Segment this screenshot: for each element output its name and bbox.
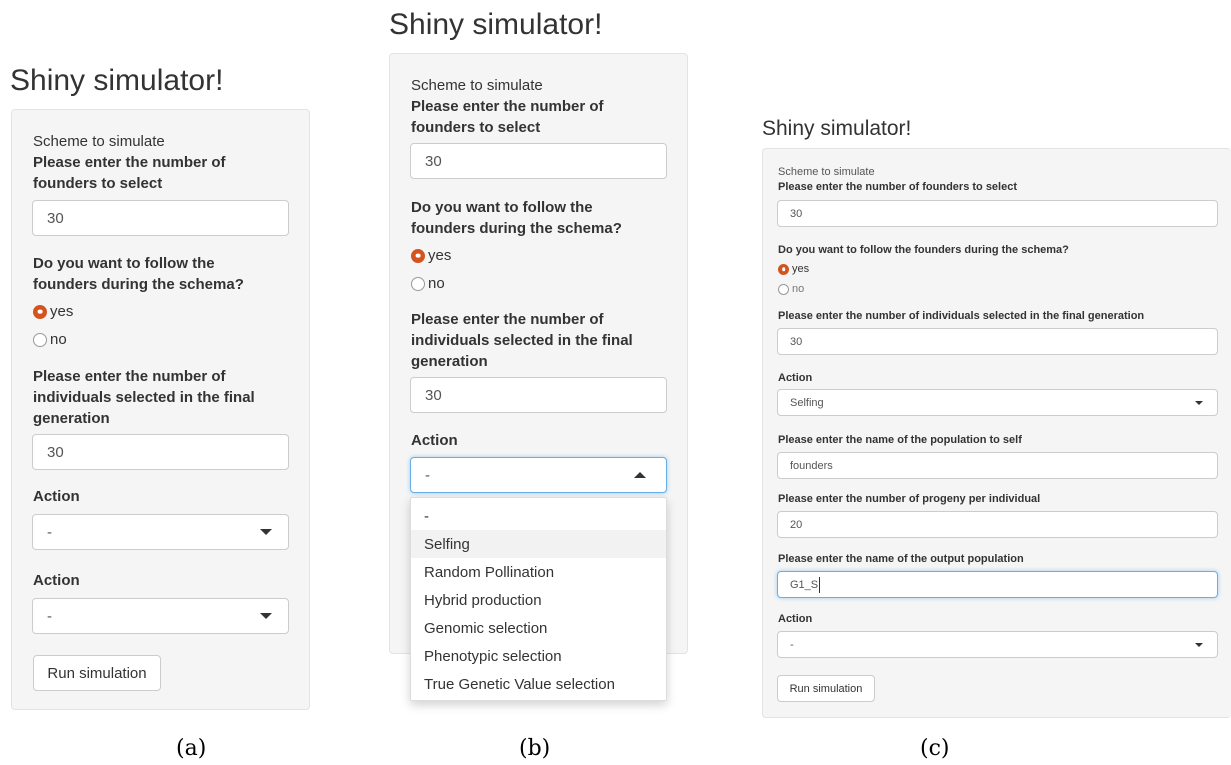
caption-b: (b) bbox=[519, 736, 551, 761]
individuals-input-c[interactable]: 30 bbox=[777, 328, 1218, 355]
action-select-b[interactable]: - bbox=[410, 457, 667, 493]
app-title-a: Shiny simulator! bbox=[10, 64, 224, 97]
app-title-b: Shiny simulator! bbox=[389, 8, 603, 41]
founders-label-b: Please enter the number of founders to s… bbox=[411, 98, 604, 136]
individuals-label-b: Please enter the number of individuals s… bbox=[411, 311, 633, 370]
run-simulation-button-a[interactable]: Run simulation bbox=[33, 655, 161, 691]
radio-no-label: no bbox=[50, 331, 67, 348]
output-input-c[interactable]: G1_S bbox=[777, 571, 1218, 598]
radio-unselected-icon bbox=[33, 332, 47, 347]
radio-selected-icon bbox=[33, 304, 47, 319]
action-dropdown-menu: - Selfing Random Pollination Hybrid prod… bbox=[410, 497, 667, 701]
action-label-a2: Action bbox=[33, 572, 80, 589]
progeny-label-c: Please enter the number of progeny per i… bbox=[778, 493, 1041, 505]
chevron-up-icon bbox=[634, 472, 646, 478]
individuals-input-value: 30 bbox=[47, 443, 64, 461]
action-label-a1: Action bbox=[33, 488, 80, 505]
radio-unselected-icon bbox=[778, 283, 789, 295]
action-select-a2[interactable]: - bbox=[32, 598, 289, 634]
individuals-label-c: Please enter the number of individuals s… bbox=[778, 310, 1145, 322]
founders-input-b[interactable]: 30 bbox=[410, 143, 667, 179]
individuals-input-value: 30 bbox=[425, 386, 442, 404]
individuals-input-a[interactable]: 30 bbox=[32, 434, 289, 470]
radio-no-label: no bbox=[792, 283, 805, 295]
population-input-c[interactable]: founders bbox=[777, 452, 1218, 479]
caption-a: (a) bbox=[176, 736, 207, 761]
follow-label-b: Do you want to follow the founders durin… bbox=[411, 199, 622, 237]
dropdown-option[interactable]: - bbox=[411, 502, 666, 530]
radio-yes-label: yes bbox=[792, 263, 810, 275]
progeny-input-value: 20 bbox=[790, 518, 803, 531]
dropdown-option[interactable]: Hybrid production bbox=[411, 586, 666, 614]
radio-yes-c[interactable]: yes bbox=[778, 263, 809, 275]
radio-yes-b[interactable]: yes bbox=[411, 247, 451, 264]
follow-label-c: Do you want to follow the founders durin… bbox=[778, 244, 1069, 256]
scheme-label-b: Scheme to simulate bbox=[411, 77, 543, 94]
radio-yes-a[interactable]: yes bbox=[33, 303, 73, 320]
action-select-value: - bbox=[790, 638, 794, 651]
founders-input-value: 30 bbox=[425, 152, 442, 170]
dropdown-option-highlighted[interactable]: Selfing bbox=[411, 530, 666, 558]
dropdown-option[interactable]: Phenotypic selection bbox=[411, 642, 666, 670]
founders-label-c: Please enter the number of founders to s… bbox=[778, 181, 1018, 193]
action-select-c2[interactable]: - bbox=[777, 631, 1218, 658]
chevron-down-icon bbox=[1195, 642, 1203, 647]
follow-label-a: Do you want to follow the founders durin… bbox=[33, 255, 244, 293]
action-select-value: Selfing bbox=[790, 396, 824, 409]
action-select-value: - bbox=[47, 523, 52, 541]
founders-input-c[interactable]: 30 bbox=[777, 200, 1218, 227]
caption-c: (c) bbox=[920, 736, 950, 761]
radio-no-label: no bbox=[428, 275, 445, 292]
scheme-label-a: Scheme to simulate bbox=[33, 133, 165, 150]
radio-no-b[interactable]: no bbox=[411, 275, 445, 292]
founders-input-a[interactable]: 30 bbox=[32, 200, 289, 236]
action-label-c1: Action bbox=[778, 372, 813, 384]
radio-selected-icon bbox=[411, 248, 425, 263]
radio-yes-label: yes bbox=[428, 247, 452, 264]
action-select-a1[interactable]: - bbox=[32, 514, 289, 550]
individuals-input-value: 30 bbox=[790, 335, 803, 348]
population-input-value: founders bbox=[790, 459, 833, 472]
action-select-c1[interactable]: Selfing bbox=[777, 389, 1218, 416]
action-label-c2: Action bbox=[778, 613, 813, 625]
individuals-label-a: Please enter the number of individuals s… bbox=[33, 368, 255, 427]
app-title-c: Shiny simulator! bbox=[762, 117, 912, 140]
dropdown-option[interactable]: True Genetic Value selection bbox=[411, 670, 666, 698]
radio-yes-label: yes bbox=[50, 303, 74, 320]
action-label-b: Action bbox=[411, 432, 458, 449]
scheme-label-c: Scheme to simulate bbox=[778, 166, 875, 178]
output-label-c: Please enter the name of the output popu… bbox=[778, 553, 1024, 565]
radio-selected-icon bbox=[778, 263, 789, 275]
action-select-value: - bbox=[47, 607, 52, 625]
population-label-c: Please enter the name of the population … bbox=[778, 434, 1022, 446]
chevron-down-icon bbox=[260, 529, 272, 535]
run-simulation-button-c[interactable]: Run simulation bbox=[777, 675, 875, 702]
action-select-value: - bbox=[425, 466, 430, 484]
chevron-down-icon bbox=[1195, 400, 1203, 405]
dropdown-option[interactable]: Genomic selection bbox=[411, 614, 666, 642]
individuals-input-b[interactable]: 30 bbox=[410, 377, 667, 413]
radio-no-c[interactable]: no bbox=[778, 283, 804, 295]
founders-input-value: 30 bbox=[47, 209, 64, 227]
dropdown-option[interactable]: Random Pollination bbox=[411, 558, 666, 586]
output-input-value: G1_S bbox=[790, 578, 819, 591]
chevron-down-icon bbox=[260, 613, 272, 619]
text-cursor bbox=[819, 576, 821, 593]
progeny-input-c[interactable]: 20 bbox=[777, 511, 1218, 538]
radio-no-a[interactable]: no bbox=[33, 331, 67, 348]
radio-unselected-icon bbox=[411, 276, 425, 291]
founders-label-a: Please enter the number of founders to s… bbox=[33, 154, 226, 192]
founders-input-value: 30 bbox=[790, 207, 803, 220]
